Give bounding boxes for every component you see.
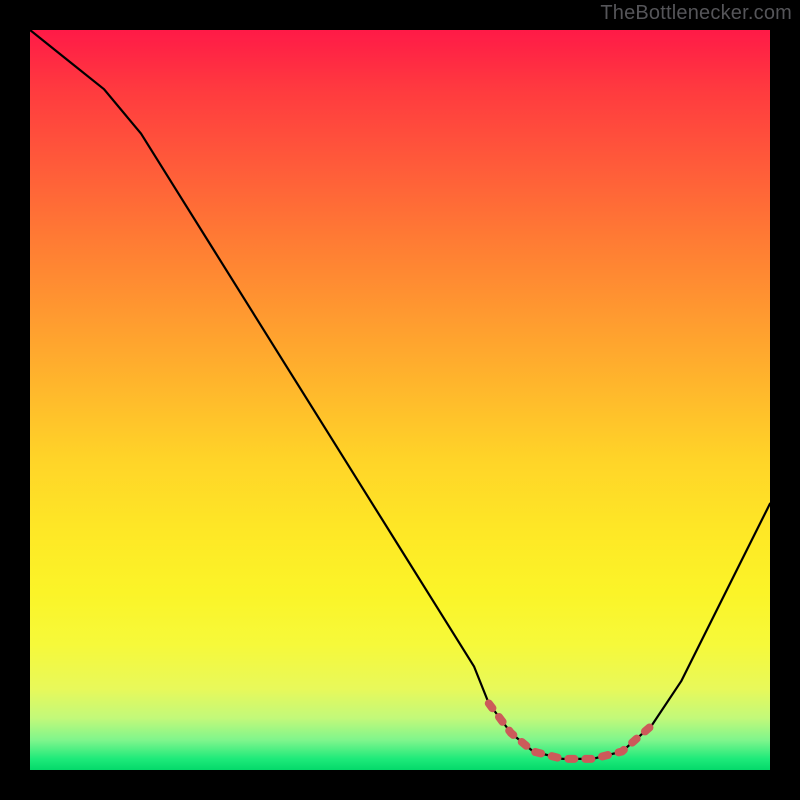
main-curve-line: [30, 30, 770, 759]
valley-marker-dots: [489, 703, 652, 759]
chart-plot-area: [30, 30, 770, 770]
attribution-text: TheBottlenecker.com: [600, 2, 792, 25]
chart-svg: [30, 30, 770, 770]
chart-container: TheBottlenecker.com: [0, 0, 800, 800]
